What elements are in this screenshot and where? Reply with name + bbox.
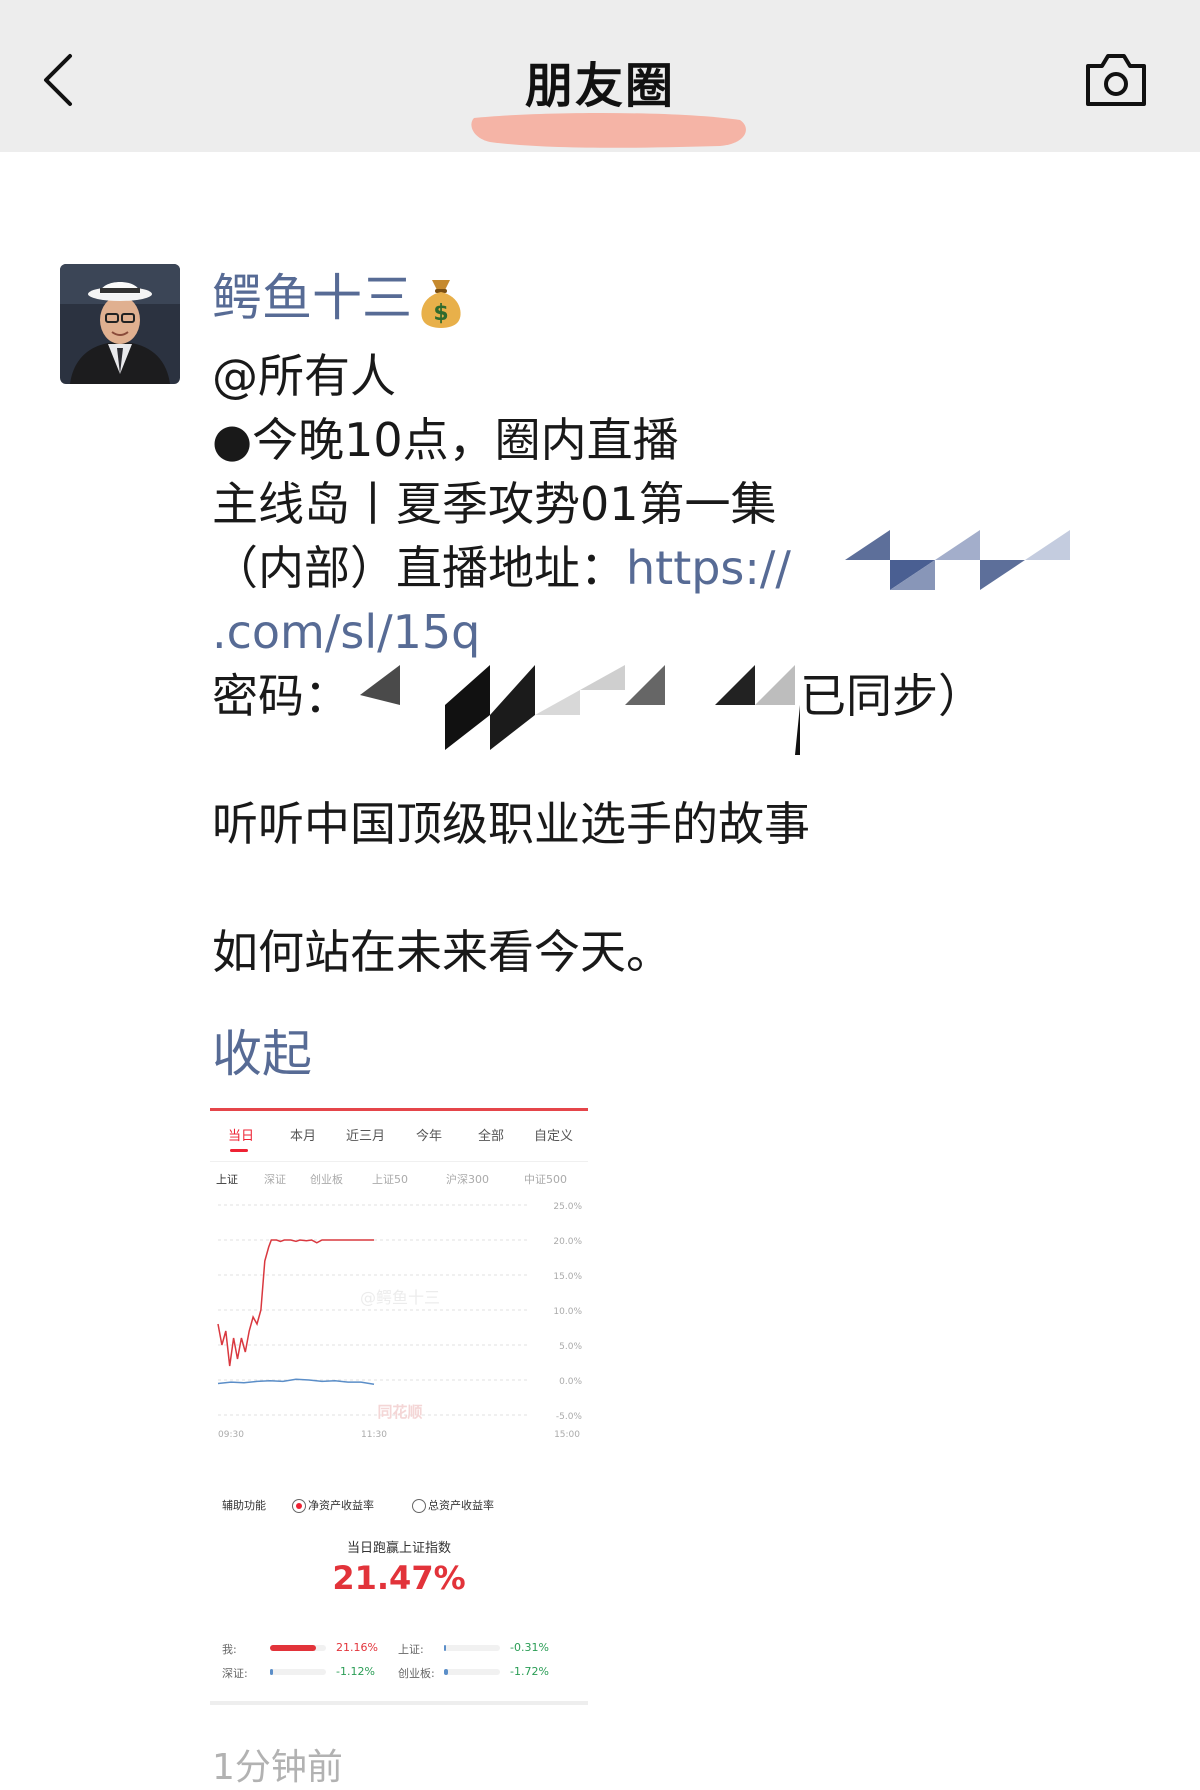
x-tick-label: 11:30 <box>361 1430 387 1440</box>
tab-custom[interactable]: 自定义 <box>534 1125 573 1144</box>
image-bottom-edge <box>210 1701 588 1705</box>
radio-total-label: 总资产收益率 <box>428 1499 494 1512</box>
cmp-me-value: 21.16% <box>336 1641 378 1654</box>
cmp-sh-bar <box>444 1645 446 1651</box>
index-hs300[interactable]: 沪深300 <box>446 1171 489 1187</box>
tab-all[interactable]: 全部 <box>478 1125 504 1144</box>
index-cyb[interactable]: 创业板 <box>310 1171 343 1187</box>
radio-net-label: 净资产收益率 <box>308 1499 374 1512</box>
post-line-7: 如何站在未来看今天。 <box>212 925 672 979</box>
index-zz500[interactable]: 中证500 <box>524 1171 567 1187</box>
beat-value: 21.47% <box>332 1559 466 1597</box>
radio-on-icon[interactable] <box>292 1499 306 1513</box>
password-suffix: 已同步） <box>800 669 984 723</box>
top-nav-bar: 朋友圈 <box>0 0 1200 152</box>
post-time: 1分钟前 <box>212 1747 343 1788</box>
radio-total-asset[interactable]: 总资产收益率 <box>412 1497 494 1513</box>
active-tab-indicator <box>230 1149 248 1152</box>
return-chart: 25.0% 20.0% 15.0% 10.0% 5.0% 0.0% -5.0% 09:30 11… <box>217 1202 583 1440</box>
svg-text:$: $ <box>433 301 448 326</box>
author-name-text[interactable]: 鳄鱼十三 <box>212 269 412 327</box>
tab-year[interactable]: 今年 <box>416 1125 442 1144</box>
radio-off-icon[interactable] <box>412 1499 426 1513</box>
y-tick-label: 0.0% <box>559 1377 582 1387</box>
x-tick-label: 15:00 <box>554 1430 580 1440</box>
cmp-cy-track <box>444 1669 500 1675</box>
tab-3months[interactable]: 近三月 <box>346 1125 385 1144</box>
tab-day[interactable]: 当日 <box>228 1125 254 1144</box>
y-tick-label: -5.0% <box>556 1412 583 1422</box>
cmp-me-label: 我: <box>222 1643 237 1656</box>
y-tick-label: 15.0% <box>553 1272 582 1282</box>
cmp-cy-value: -1.72% <box>510 1665 549 1678</box>
cmp-sz-label: 深证: <box>222 1667 248 1680</box>
money-bag-icon: $ <box>421 279 461 328</box>
cmp-cy-label: 创业板: <box>398 1667 435 1680</box>
post-line-1: ●今晚10点，圈内直播 <box>212 413 679 467</box>
aux-label: 辅助功能 <box>222 1499 266 1512</box>
beat-label: 当日跑赢上证指数 <box>346 1541 451 1556</box>
avatar[interactable] <box>60 264 180 384</box>
index-sh[interactable]: 上证 <box>216 1171 238 1187</box>
cmp-sz-value: -1.12% <box>336 1665 375 1678</box>
page-title: 朋友圈 <box>524 58 675 114</box>
cmp-sz-track <box>270 1669 326 1675</box>
y-tick-label: 5.0% <box>559 1342 582 1352</box>
index-sz[interactable]: 深证 <box>264 1171 286 1187</box>
redaction-mosaic <box>360 665 800 755</box>
cmp-sh-value: -0.31% <box>510 1641 549 1654</box>
watermark-text: @鳄鱼十三 <box>360 1288 440 1307</box>
period-tabs: 当日 本月 近三月 今年 全部 自定义 <box>210 1125 588 1155</box>
address-label: （内部）直播地址： <box>212 541 626 595</box>
radio-net-asset[interactable]: 净资产收益率 <box>292 1497 374 1513</box>
brand-watermark: 同花顺 <box>377 1403 422 1421</box>
attached-image[interactable]: 当日 本月 近三月 今年 全部 自定义 上证 深证 创业板 上证50 沪深300… <box>210 1108 588 1705</box>
cmp-sh-label: 上证: <box>398 1643 424 1656</box>
series-line-me <box>217 1239 374 1367</box>
y-tick-label: 10.0% <box>553 1307 582 1317</box>
cmp-me-bar <box>270 1645 316 1651</box>
divider <box>210 1161 588 1162</box>
camera-icon[interactable] <box>1082 50 1150 110</box>
cmp-cy-bar <box>444 1669 448 1675</box>
y-tick-label: 20.0% <box>553 1237 582 1247</box>
password-label: 密码： <box>212 669 350 723</box>
collapse-link[interactable]: 收起 <box>212 1014 312 1086</box>
cmp-sz-bar <box>270 1669 273 1675</box>
mention-line: @所有人 <box>212 349 396 403</box>
cmp-sh-track <box>444 1645 500 1651</box>
x-tick-label: 09:30 <box>218 1430 244 1440</box>
live-link[interactable]: https:// <box>626 541 791 595</box>
post-line-2: 主线岛丨夏季攻势01第一集 <box>212 477 777 531</box>
index-sz50[interactable]: 上证50 <box>372 1171 408 1187</box>
post-line-6: 听听中国顶级职业选手的故事 <box>212 797 810 851</box>
author-name[interactable]: 鳄鱼十三 $ <box>212 266 464 330</box>
redaction-mosaic <box>845 530 1070 590</box>
y-tick-label: 25.0% <box>553 1202 582 1212</box>
tab-month[interactable]: 本月 <box>290 1125 316 1144</box>
